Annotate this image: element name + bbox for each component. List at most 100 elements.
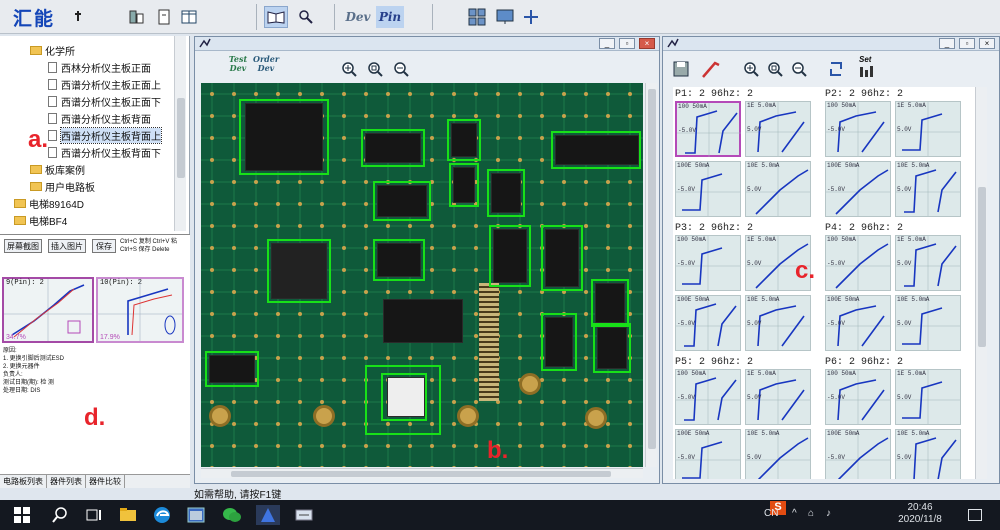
vi-curve-plot[interactable]: 10E 5.0mA 5.0V (745, 295, 811, 351)
close-button[interactable]: × (639, 38, 655, 49)
restore-button[interactable]: ▫ (619, 38, 635, 49)
insert-image-button[interactable]: 插入图片 (48, 239, 86, 253)
tab-device-compare[interactable]: 器件比较 (86, 475, 125, 488)
vi-curve-plot[interactable]: 1E 5.0mA 5.0V (745, 101, 811, 157)
component-highlight[interactable] (361, 129, 425, 167)
close-button[interactable]: × (979, 38, 995, 49)
component-highlight[interactable] (267, 239, 331, 303)
tool-app-icon[interactable] (294, 505, 314, 525)
vi-tester-app-icon[interactable] (256, 505, 280, 525)
board-library-icon[interactable] (128, 6, 146, 28)
help-icon[interactable] (70, 6, 86, 28)
volume-icon[interactable]: ♪ (826, 508, 831, 519)
board-hscroll-thumb[interactable] (231, 471, 611, 477)
order-dev-button[interactable]: Order Dev (253, 55, 279, 79)
vi-curve-plot[interactable]: 100 50mA -5.0V (825, 235, 891, 291)
board-hscrollbar[interactable] (201, 468, 643, 478)
tree-item[interactable]: 西谱分析仪主板背面 (48, 110, 151, 126)
vi-curve-plot[interactable]: 1E 5.0mA 5.0V (895, 369, 961, 425)
curve-cell[interactable]: P3: 2 96hz: 2 100 50mA -5.0V 1E 5.0mA 5.0V 10… (675, 223, 815, 355)
grid-view-icon[interactable] (466, 6, 488, 28)
minimize-button[interactable]: _ (599, 38, 615, 49)
probe-icon[interactable] (701, 59, 721, 82)
tab-board-list[interactable]: 电路板列表 (0, 475, 47, 488)
component-highlight[interactable] (489, 225, 531, 287)
tree-item[interactable]: 西谱分析仪主板背面上 (48, 126, 162, 144)
restore-button[interactable]: ▫ (959, 38, 975, 49)
vi-curve-plot[interactable]: 100 50mA -5.0V (675, 101, 741, 157)
tree-item[interactable]: 板库案例 (30, 161, 85, 177)
search-person-icon[interactable] (294, 6, 316, 28)
vi-curve-plot[interactable]: 100E 50mA -5.0V (825, 295, 891, 351)
vi-curve-plot[interactable]: 100E 50mA -5.0V (825, 429, 891, 479)
vi-curve-plot[interactable]: 10E 5.0mA 5.0V (895, 295, 961, 351)
start-icon[interactable] (12, 505, 32, 525)
monitor-icon[interactable] (494, 6, 516, 28)
tray-chevron-icon[interactable]: ^ (792, 508, 797, 519)
pin-button[interactable]: Pin (376, 6, 404, 28)
board-vscroll-thumb[interactable] (648, 89, 656, 449)
component-highlight[interactable] (373, 239, 425, 281)
test-dev-button[interactable]: Test Dev (225, 55, 251, 79)
component-highlight[interactable] (205, 351, 259, 387)
document-icon[interactable] (155, 6, 173, 28)
input-method-label[interactable]: CN (764, 508, 778, 519)
component-highlight[interactable] (373, 181, 431, 221)
task-view-icon[interactable] (84, 505, 104, 525)
component-highlight[interactable] (449, 163, 479, 207)
app-window-icon[interactable] (186, 505, 206, 525)
tree-item[interactable]: 西林分析仪主板正面 (48, 59, 151, 75)
curve-vscroll-thumb[interactable] (978, 187, 986, 347)
vi-curve-plot[interactable]: 10E 5.0mA 5.0V (745, 429, 811, 479)
settings-bars-icon[interactable] (859, 65, 875, 80)
component-highlight[interactable] (541, 225, 583, 291)
wechat-icon[interactable] (222, 505, 242, 525)
tree-item[interactable]: 电梯BF4 (14, 212, 67, 228)
vi-curve-plot[interactable]: 100 50mA -5.0V (825, 369, 891, 425)
component-highlight[interactable] (487, 169, 525, 217)
set-button[interactable]: Set (859, 55, 871, 64)
curve-cell[interactable]: P2: 2 96hz: 2 100 50mA -5.0V 1E 5.0mA 5.0V 10… (825, 89, 965, 221)
vi-curve-plot[interactable]: 10E 5.0mA 5.0V (745, 161, 811, 217)
curve-cell[interactable]: P6: 2 96hz: 2 100 50mA -5.0V 1E 5.0mA 5.0V 10… (825, 357, 965, 479)
save-button[interactable]: 保存 (92, 239, 116, 253)
zoom-out-icon[interactable] (791, 61, 807, 80)
screenshot-button[interactable]: 屏幕截图 (4, 239, 42, 253)
minimize-button[interactable]: _ (939, 38, 955, 49)
vi-curve-plot[interactable]: 1E 5.0mA 5.0V (895, 235, 961, 291)
vi-curve-plot[interactable]: 100 50mA -5.0V (675, 235, 741, 291)
pcb-board-image[interactable]: b. (201, 83, 643, 467)
zoom-in-icon[interactable] (743, 61, 759, 80)
vi-curve-plot[interactable]: 10E 5.0mA 5.0V (895, 161, 961, 217)
network-icon[interactable]: ⌂ (808, 508, 814, 519)
component-highlight[interactable] (541, 313, 577, 371)
tree-item[interactable]: 西谱分析仪主板背面下 (48, 144, 161, 160)
vi-curve-plot[interactable]: 100E 50mA -5.0V (825, 161, 891, 217)
tree-item[interactable]: 电梯89164D (14, 195, 84, 211)
vi-curve-plot[interactable]: 100E 50mA -5.0V (675, 429, 741, 479)
tree-item[interactable]: 用户电路板 (30, 178, 95, 194)
tree-scroll-thumb[interactable] (177, 98, 185, 178)
tree-item[interactable]: 西谱分析仪主板正面上 (48, 76, 161, 92)
zoom-fit-icon[interactable] (367, 61, 383, 80)
save-icon[interactable] (673, 61, 689, 80)
vi-curve-plot[interactable]: 1E 5.0mA 5.0V (895, 101, 961, 157)
board-vscrollbar[interactable] (645, 83, 657, 467)
swap-icon[interactable] (827, 59, 845, 82)
file-explorer-icon[interactable] (118, 505, 138, 525)
vi-curve-plot[interactable]: 100 50mA -5.0V (825, 101, 891, 157)
component-highlight[interactable] (591, 279, 629, 327)
curve-vscrollbar[interactable] (975, 87, 987, 479)
tree-item[interactable]: 西谱分析仪主板正面下 (48, 93, 161, 109)
dev-button[interactable]: Dev (344, 6, 372, 28)
vi-curve-plot[interactable]: 1E 5.0mA 5.0V (745, 369, 811, 425)
zoom-fit-icon[interactable] (767, 61, 783, 80)
tray-clock[interactable]: 20:46 2020/11/8 (890, 502, 950, 526)
search-icon[interactable] (50, 505, 70, 525)
component-highlight[interactable] (551, 131, 641, 169)
notification-icon[interactable] (968, 509, 982, 521)
vi-curve-plot[interactable]: 100E 50mA -5.0V (675, 161, 741, 217)
tree-scrollbar[interactable] (174, 36, 186, 231)
tree-item[interactable]: 化学所 (30, 42, 75, 58)
split-view-icon[interactable] (180, 6, 198, 28)
